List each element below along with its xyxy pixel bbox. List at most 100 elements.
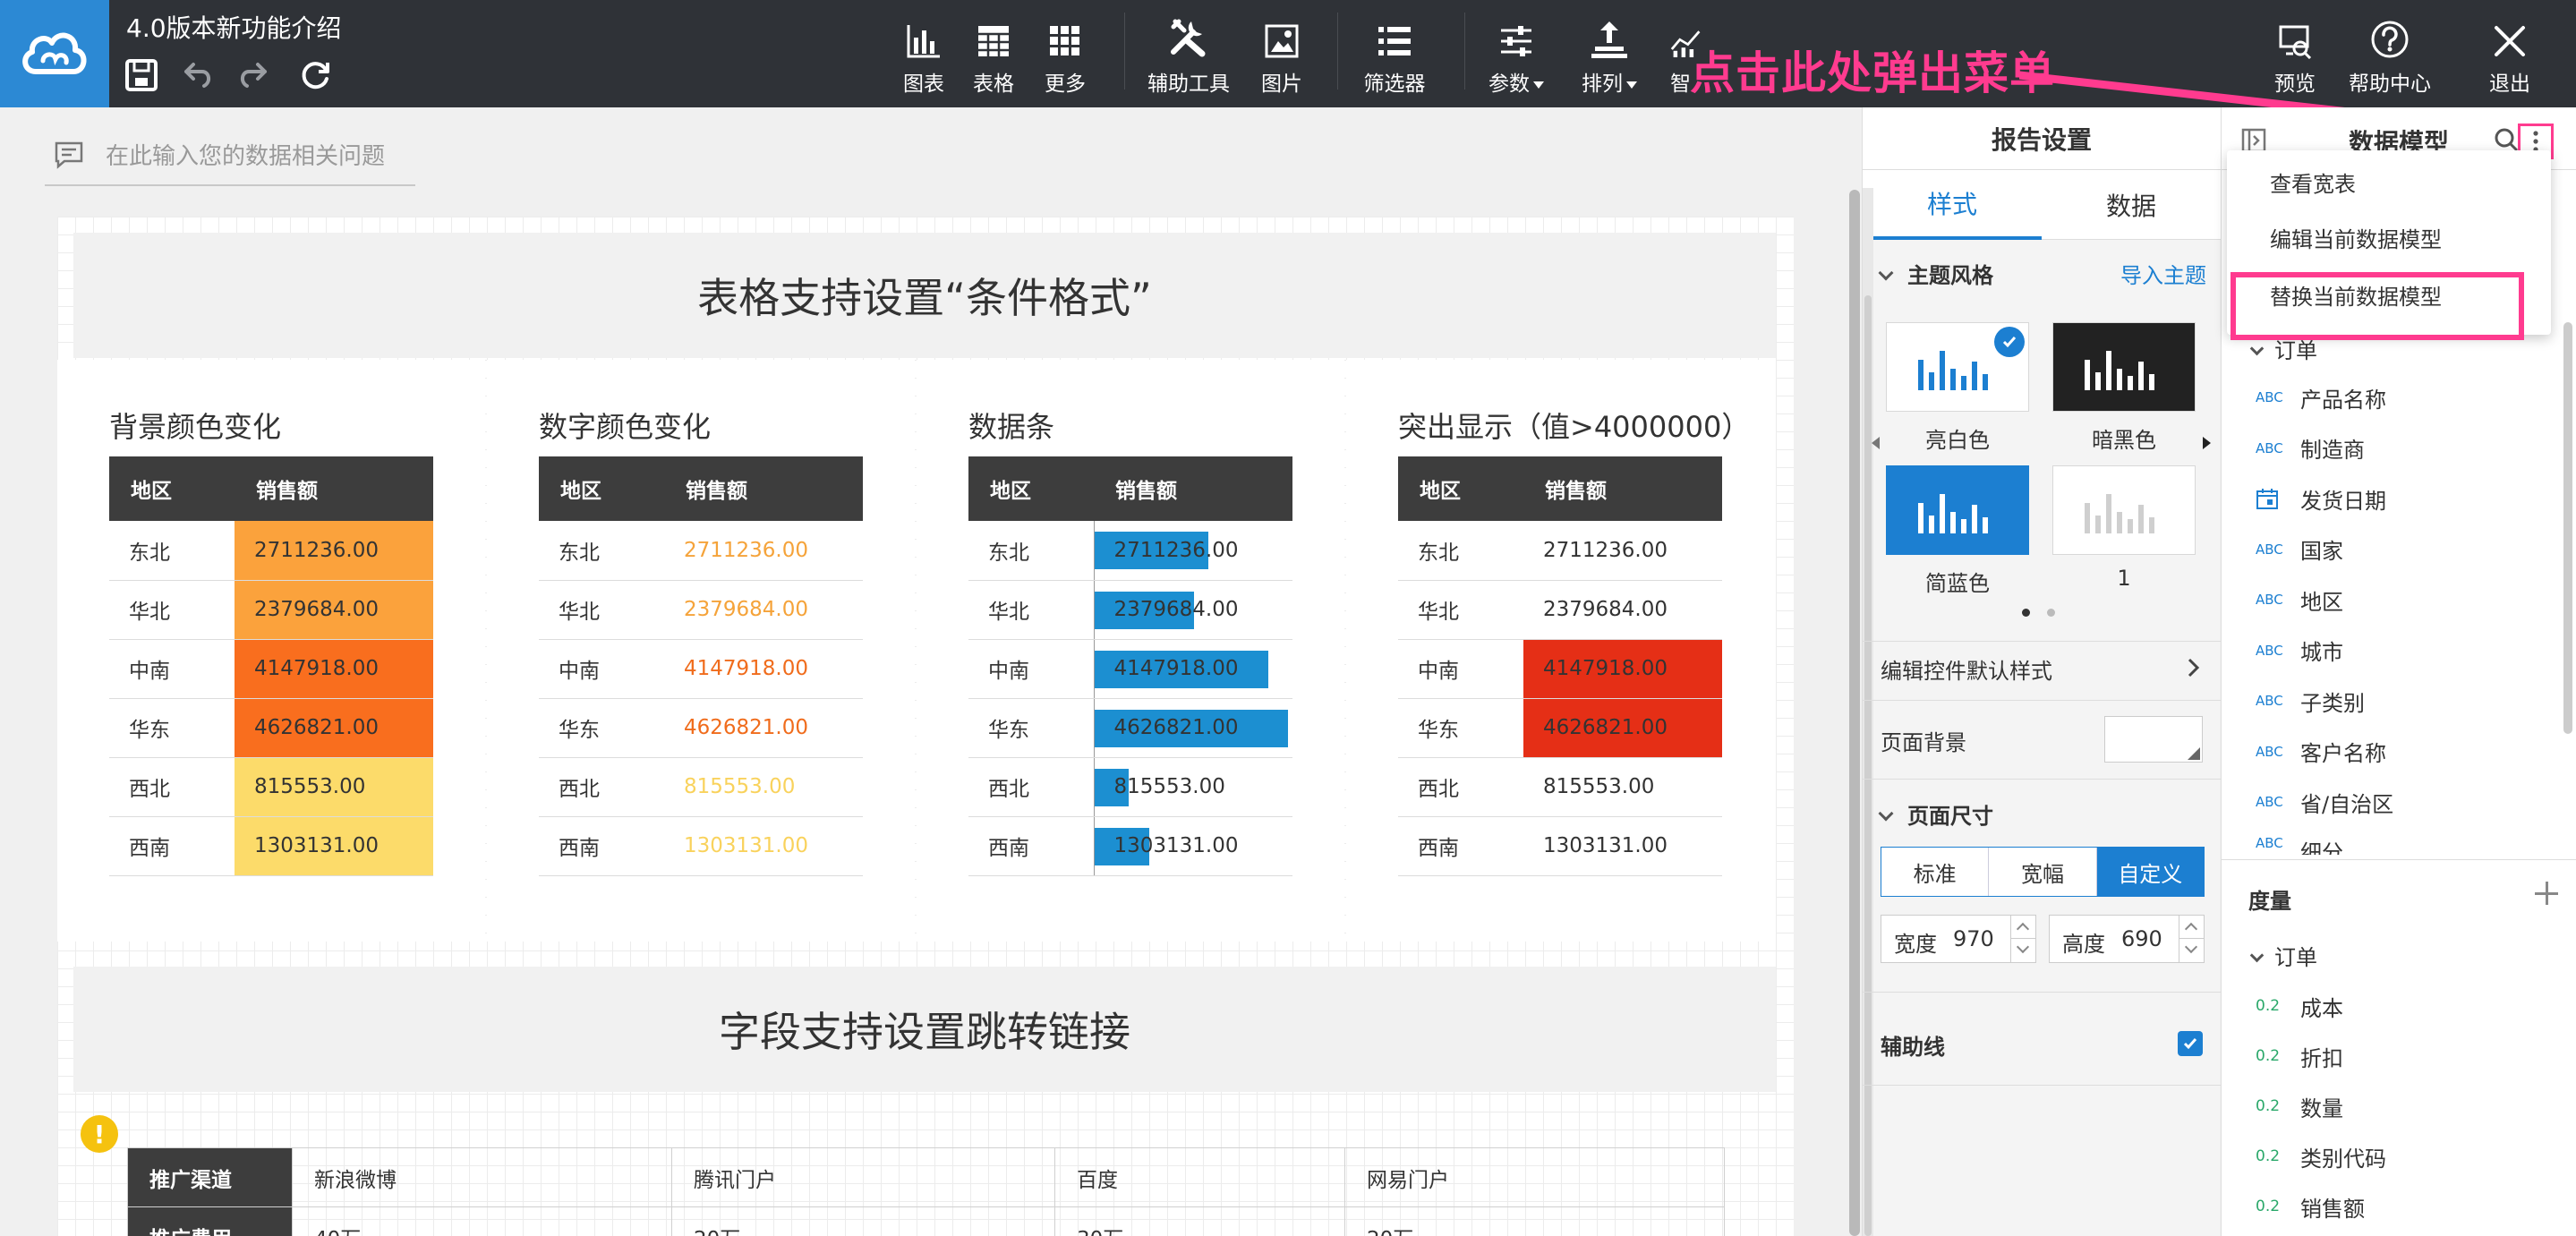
chevron-right-icon[interactable] <box>2185 657 2203 678</box>
width-value[interactable]: 970 <box>1953 926 1994 951</box>
parameter-button[interactable]: 参数 <box>1482 11 1550 100</box>
table-button[interactable]: 表格 <box>968 11 1019 100</box>
undo-button[interactable] <box>177 55 217 95</box>
banner-jump-link[interactable]: 字段支持设置跳转链接 <box>73 967 1776 1092</box>
import-theme-link[interactable]: 导入主题 <box>2120 258 2206 289</box>
report-title[interactable]: 4.0版本新功能介绍 <box>126 9 342 45</box>
stepper-up-icon[interactable] <box>2179 916 2204 939</box>
card-data-bar[interactable]: 数据条 地区 销售额 东北 2711236.00 华北 2379684.00 中南 414… <box>917 360 1344 942</box>
add-measure-icon[interactable] <box>2533 880 2560 907</box>
measure-field[interactable]: 0.2 销售额 <box>2256 1189 2365 1224</box>
image-button[interactable]: 图片 <box>1257 11 1307 100</box>
table-cell[interactable]: 网易门户 <box>1344 1147 1725 1207</box>
table-cell[interactable]: 百度 <box>1054 1147 1345 1207</box>
more-widgets-button[interactable]: 更多 <box>1040 11 1090 100</box>
app-logo[interactable] <box>0 0 109 107</box>
dimension-field[interactable]: ABC 城市 <box>2256 633 2343 669</box>
width-stepper[interactable]: 宽度 970 <box>1881 915 2036 963</box>
measure-field[interactable]: 0.2 成本 <box>2256 988 2343 1024</box>
measure-field[interactable]: 0.2 折扣 <box>2256 1038 2343 1074</box>
region-cell: 华东 <box>968 698 1094 758</box>
size-standard-button[interactable]: 标准 <box>1881 848 1990 896</box>
region-cell: 华北 <box>1398 580 1523 640</box>
size-wide-button[interactable]: 宽幅 <box>1989 848 2097 896</box>
refresh-button[interactable] <box>295 55 335 95</box>
height-stepper[interactable]: 高度 690 <box>2049 915 2205 963</box>
dimension-field[interactable]: ABC 细分 <box>2256 835 2343 855</box>
measure-field[interactable]: 0.2 类别代码 <box>2256 1138 2386 1174</box>
warning-icon[interactable]: ! <box>81 1115 118 1153</box>
dimension-field[interactable]: ABC 地区 <box>2256 582 2343 618</box>
dimension-field[interactable]: ABC 国家 <box>2256 532 2343 567</box>
canvas-scrollbar[interactable] <box>1849 190 1860 1236</box>
table-cell[interactable]: 新浪微博 <box>292 1147 672 1207</box>
menu-item-view-wide-table[interactable]: 查看宽表 <box>2270 166 2356 198</box>
stepper-up-icon[interactable] <box>2010 916 2035 939</box>
theme-blue[interactable] <box>1886 465 2029 555</box>
theme-prev-icon[interactable] <box>1872 437 1880 449</box>
page-dot-active[interactable] <box>2022 609 2030 617</box>
arrange-button[interactable]: 排列 <box>1575 11 1643 100</box>
theme-light[interactable] <box>1886 322 2029 412</box>
dimension-field[interactable]: ABC 制造商 <box>2256 430 2365 466</box>
table-cell[interactable]: 20万 <box>1344 1206 1725 1236</box>
dimension-field[interactable]: ABC 子类别 <box>2256 683 2365 719</box>
size-custom-button[interactable]: 自定义 <box>2096 848 2204 896</box>
column-header-region: 地区 <box>109 456 235 521</box>
table-cell[interactable]: 30万 <box>1054 1206 1345 1236</box>
column-header-sales: 销售额 <box>664 456 863 521</box>
page-size-section-toggle[interactable]: 页面尺寸 <box>1878 798 1993 830</box>
question-placeholder: 在此输入您的数据相关问题 <box>106 143 386 170</box>
table-background-color[interactable]: 地区 销售额 东北 2711236.00 华北 2379684.00 中南 4147918… <box>109 456 433 876</box>
theme-section-toggle[interactable]: 主题风格 <box>1878 258 1993 289</box>
table-row: 中南 4147918.00 <box>109 639 433 699</box>
chart-button[interactable]: 图表 <box>899 11 949 100</box>
field-name: 省/自治区 <box>2300 791 2394 817</box>
preview-button[interactable]: 预览 <box>2270 11 2320 100</box>
table-data-bar[interactable]: 地区 销售额 东北 2711236.00 华北 2379684.00 中南 4147918… <box>968 456 1292 876</box>
table-number-color[interactable]: 地区 销售额 东北 2711236.00 华北 2379684.00 中南 4147918… <box>539 456 863 876</box>
table-highlight[interactable]: 地区 销售额 东北 2711236.00 华北 2379684.00 中南 4147918… <box>1398 456 1722 876</box>
theme-dark[interactable] <box>2052 322 2196 412</box>
table-cell[interactable]: 40万 <box>292 1206 672 1236</box>
tab-style[interactable]: 样式 <box>1863 170 2042 240</box>
exit-button[interactable]: 退出 <box>2485 11 2535 100</box>
page-dot[interactable] <box>2047 609 2055 617</box>
tab-data[interactable]: 数据 <box>2042 170 2221 240</box>
settings-title: 报告设置 <box>1863 107 2221 170</box>
question-input[interactable]: 在此输入您的数据相关问题 <box>45 131 415 186</box>
link-table[interactable]: 推广渠道 新浪微博 腾讯门户 百度 网易门户 推广费用 40万 20万 30万 … <box>127 1147 1725 1236</box>
card-number-color[interactable]: 数字颜色变化 地区 销售额 东北 2711236.00 华北 2379684.00 中南… <box>487 360 915 942</box>
table-cell[interactable]: 腾讯门户 <box>671 1147 1055 1207</box>
help-center-button[interactable]: 帮助中心 <box>2343 11 2436 100</box>
dimension-field[interactable]: ABC 产品名称 <box>2256 379 2386 415</box>
measure-field[interactable]: 0.2 数量 <box>2256 1088 2343 1124</box>
table-cell[interactable]: 20万 <box>671 1206 1055 1236</box>
theme-custom[interactable] <box>2052 465 2196 555</box>
theme-dark-preview-icon <box>2085 351 2154 390</box>
card-highlight[interactable]: 突出显示（值>4000000） 地区 销售额 东北 2711236.00 华北 237… <box>1346 360 1776 942</box>
dimension-group-label: 订单 <box>2274 338 2317 363</box>
menu-item-edit-data-model[interactable]: 编辑当前数据模型 <box>2270 222 2442 253</box>
tools-button[interactable]: 辅助工具 <box>1142 11 1235 100</box>
card-background-color[interactable]: 背景颜色变化 地区 销售额 东北 2711236.00 华北 2379684.00 中南… <box>57 360 485 942</box>
stepper-down-icon[interactable] <box>2179 938 2204 962</box>
edit-default-style-label[interactable]: 编辑控件默认样式 <box>1881 653 2052 685</box>
redo-button[interactable] <box>235 55 274 95</box>
report-canvas[interactable]: 表格支持设置“条件格式” 背景颜色变化 地区 销售额 东北 2711236.00 华… <box>57 217 1794 1236</box>
filter-button[interactable]: 筛选器 <box>1357 11 1432 100</box>
height-value[interactable]: 690 <box>2121 926 2162 951</box>
dimension-field[interactable]: ABC 客户名称 <box>2256 734 2386 770</box>
measure-group-order[interactable]: 订单 <box>2249 940 2317 971</box>
dimension-field[interactable]: ABC 省/自治区 <box>2256 784 2393 820</box>
settings-scrollbar[interactable] <box>1863 188 1873 1236</box>
dimension-field[interactable]: 发货日期 <box>2256 481 2386 516</box>
theme-next-icon[interactable] <box>2203 437 2211 449</box>
model-scrollbar[interactable] <box>2563 322 2572 734</box>
region-cell: 华东 <box>539 698 664 758</box>
stepper-down-icon[interactable] <box>2010 938 2035 962</box>
save-button[interactable] <box>122 55 161 95</box>
page-background-color-picker[interactable] <box>2104 716 2203 763</box>
banner-conditional-format[interactable]: 表格支持设置“条件格式” <box>73 233 1776 358</box>
guide-line-checkbox[interactable] <box>2178 1031 2203 1056</box>
